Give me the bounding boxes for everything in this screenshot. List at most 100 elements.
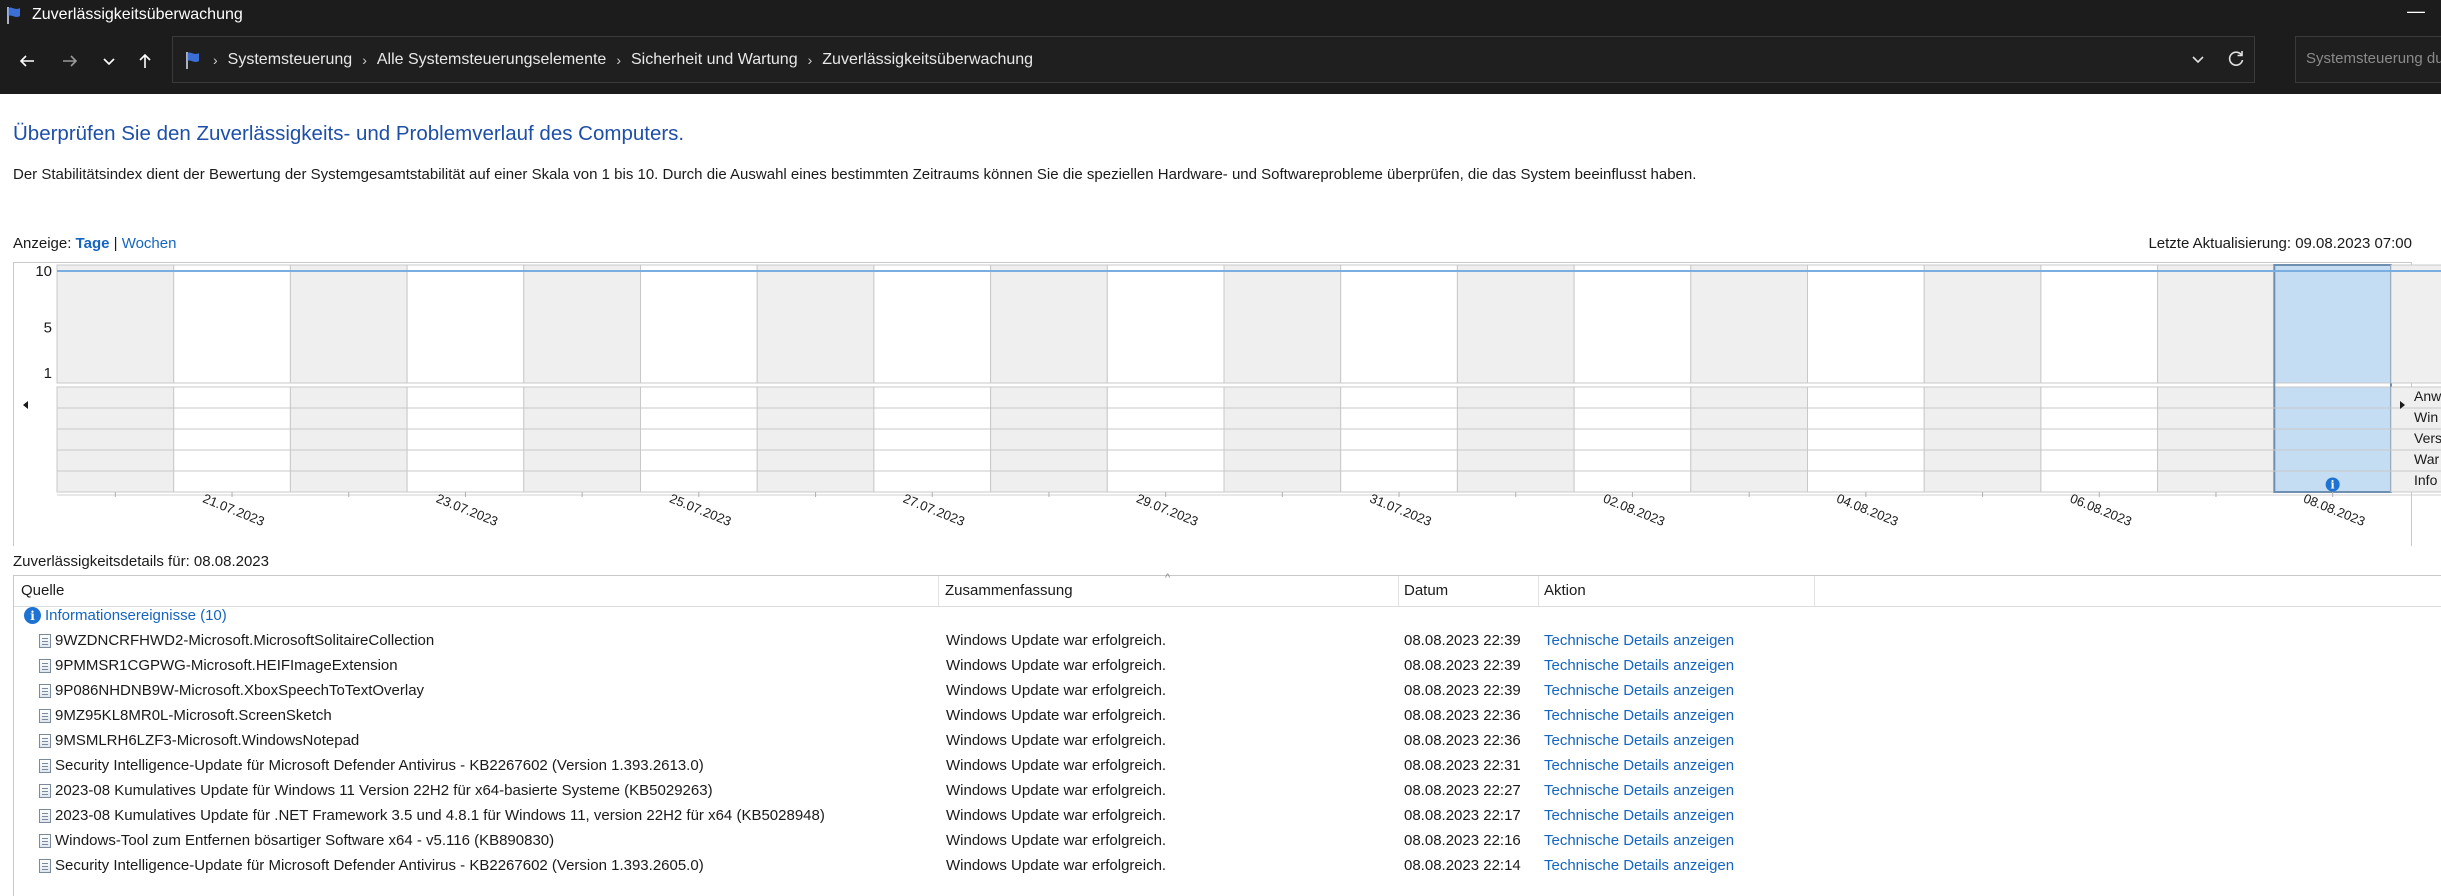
day-column[interactable] (1690, 264, 1809, 384)
event-column[interactable] (640, 386, 758, 493)
technical-details-link[interactable]: Technische Details anzeigen (1544, 732, 1734, 749)
event-column[interactable] (1923, 386, 2042, 493)
technical-details-link[interactable]: Technische Details anzeigen (1544, 707, 1734, 724)
column-header-source[interactable]: Quelle (21, 582, 64, 599)
day-column[interactable] (1807, 264, 1925, 384)
column-divider[interactable] (1814, 576, 1815, 606)
summary-cell: Windows Update war erfolgreich. (946, 682, 1167, 699)
window-title: Zuverlässigkeitsüberwachung (32, 6, 243, 23)
event-column[interactable] (173, 386, 291, 493)
date-cell: 08.08.2023 22:14 (1404, 857, 1521, 874)
event-column[interactable] (2157, 386, 2275, 493)
details-table: ^ Quelle Zusammenfassung Datum Aktion i … (13, 572, 2441, 896)
event-column[interactable] (1456, 386, 1575, 493)
day-column[interactable] (2157, 264, 2275, 384)
table-row[interactable]: 9MZ95KL8MR0L-Microsoft.ScreenSketch Windo… (14, 704, 2441, 729)
day-column[interactable] (756, 264, 875, 384)
technical-details-link[interactable]: Technische Details anzeigen (1544, 657, 1734, 674)
event-column[interactable] (873, 386, 992, 493)
chevron-right-icon[interactable]: › (362, 52, 367, 68)
chevron-down-icon (103, 58, 115, 66)
column-header-date[interactable]: Datum (1404, 582, 1448, 599)
event-column[interactable] (1573, 386, 1692, 493)
day-column[interactable] (990, 264, 1108, 384)
event-column[interactable] (1340, 386, 1458, 493)
column-divider[interactable] (1538, 576, 1539, 606)
table-row[interactable]: 9MSMLRH6LZF3-Microsoft.WindowsNotepad Win… (14, 729, 2441, 754)
source-cell: 9WZDNCRFHWD2-Microsoft.MicrosoftSolitair… (39, 632, 434, 649)
event-column[interactable] (2040, 386, 2159, 493)
day-column[interactable] (1106, 264, 1225, 384)
event-column[interactable] (56, 386, 175, 493)
technical-details-link[interactable]: Technische Details anzeigen (1544, 782, 1734, 799)
event-column[interactable] (1690, 386, 1809, 493)
column-divider[interactable] (938, 576, 939, 606)
table-row[interactable]: Windows-Tool zum Entfernen bösartiger So… (14, 829, 2441, 854)
day-column[interactable] (640, 264, 758, 384)
event-column[interactable] (1106, 386, 1225, 493)
day-column[interactable] (1573, 264, 1692, 384)
breadcrumb-item[interactable]: Alle Systemsteuerungselemente (377, 51, 606, 69)
source-cell: 2023-08 Kumulatives Update für .NET Fram… (39, 807, 825, 824)
chevron-right-icon[interactable]: › (808, 52, 813, 68)
table-row[interactable]: 9PMMSR1CGPWG-Microsoft.HEIFImageExtensio… (14, 654, 2441, 679)
source-text: 9MZ95KL8MR0L-Microsoft.ScreenSketch (55, 707, 332, 724)
refresh-icon (2228, 51, 2244, 66)
column-header-action[interactable]: Aktion (1544, 582, 1586, 599)
technical-details-link[interactable]: Technische Details anzeigen (1544, 807, 1734, 824)
breadcrumb-item[interactable]: Zuverlässigkeitsüberwachung (822, 51, 1033, 69)
table-row[interactable]: 9WZDNCRFHWD2-Microsoft.MicrosoftSolitair… (14, 629, 2441, 654)
up-button[interactable] (130, 46, 160, 76)
event-column[interactable] (1223, 386, 1342, 493)
day-column[interactable] (1923, 264, 2042, 384)
source-cell: Security Intelligence-Update für Microso… (39, 757, 704, 774)
column-divider[interactable] (1398, 576, 1399, 606)
event-column[interactable] (1807, 386, 1925, 493)
forward-button[interactable] (55, 46, 85, 76)
technical-details-link[interactable]: Technische Details anzeigen (1544, 832, 1734, 849)
event-column[interactable] (523, 386, 641, 493)
chevron-right-icon[interactable]: › (616, 52, 621, 68)
day-column[interactable] (1223, 264, 1342, 384)
day-column[interactable] (173, 264, 291, 384)
breadcrumb-item[interactable]: Sicherheit und Wartung (631, 51, 798, 69)
day-column[interactable] (406, 264, 525, 384)
day-column[interactable] (523, 264, 641, 384)
stability-chart[interactable]: 105121.07.2023 23.07.2023 25.07.2023 27.07.… (0, 250, 2441, 546)
event-column[interactable] (990, 386, 1108, 493)
table-row[interactable]: 2023-08 Kumulatives Update für Windows 1… (14, 779, 2441, 804)
technical-details-link[interactable]: Technische Details anzeigen (1544, 632, 1734, 649)
day-column[interactable] (2273, 264, 2392, 384)
back-button[interactable] (12, 46, 42, 76)
recent-locations-button[interactable] (94, 46, 124, 76)
table-row[interactable]: Security Intelligence-Update für Microso… (14, 754, 2441, 779)
address-dropdown-button[interactable] (2190, 51, 2206, 72)
day-column[interactable] (56, 264, 175, 384)
technical-details-link[interactable]: Technische Details anzeigen (1544, 757, 1734, 774)
breadcrumb-item[interactable]: Systemsteuerung (228, 51, 353, 69)
table-row[interactable]: Security Intelligence-Update für Microso… (14, 854, 2441, 879)
document-icon (39, 733, 51, 748)
event-column[interactable] (756, 386, 875, 493)
day-column[interactable] (2040, 264, 2159, 384)
table-row[interactable]: 9P086NHDNB9W-Microsoft.XboxSpeechToTextO… (14, 679, 2441, 704)
address-bar[interactable]: › Systemsteuerung › Alle Systemsteuerung… (172, 36, 2255, 83)
summary-cell: Windows Update war erfolgreich. (946, 857, 1167, 874)
technical-details-link[interactable]: Technische Details anzeigen (1544, 857, 1734, 874)
group-header-information-events[interactable]: i Informationsereignisse (10) (24, 607, 227, 624)
event-column[interactable] (406, 386, 525, 493)
day-column[interactable] (289, 264, 408, 384)
day-column[interactable] (1456, 264, 1575, 384)
column-header-summary[interactable]: Zusammenfassung (945, 582, 1073, 599)
refresh-button[interactable] (2226, 49, 2246, 74)
event-column[interactable] (289, 386, 408, 493)
document-icon (39, 683, 51, 698)
minimize-button[interactable]: — (2407, 2, 2425, 22)
day-column[interactable] (1340, 264, 1458, 384)
technical-details-link[interactable]: Technische Details anzeigen (1544, 682, 1734, 699)
day-column[interactable] (2390, 264, 2441, 384)
event-column[interactable] (2273, 386, 2392, 493)
day-column[interactable] (873, 264, 992, 384)
table-row[interactable]: 2023-08 Kumulatives Update für .NET Fram… (14, 804, 2441, 829)
search-input[interactable]: Systemsteuerung durchsuchen (2295, 36, 2441, 83)
